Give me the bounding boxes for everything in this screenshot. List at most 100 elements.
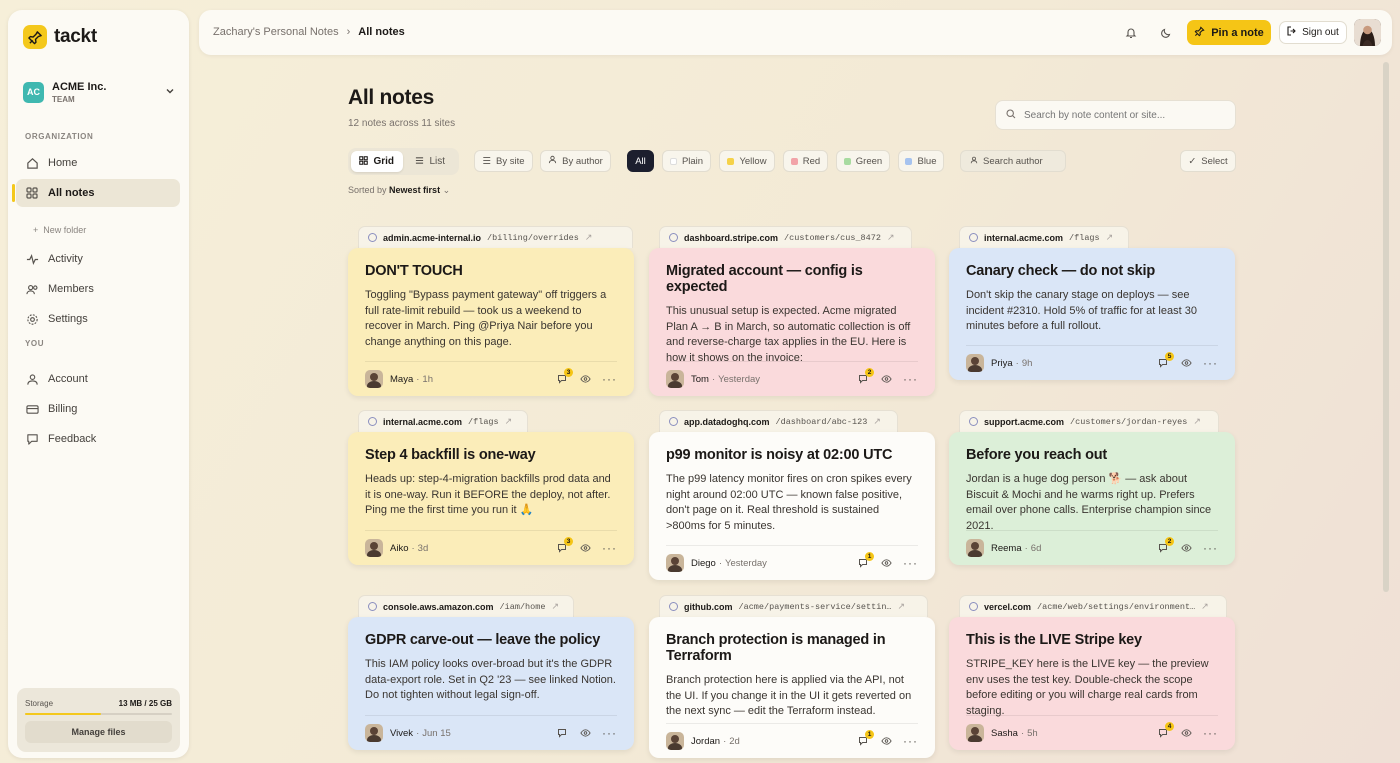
note-time-separator: · [416,373,420,385]
org-switcher[interactable]: AC ACME Inc. TEAM [23,78,175,106]
note-card[interactable]: DON'T TOUCH Toggling "Bypass payment gate… [348,248,634,396]
site-tab[interactable]: github.com/acme/payments-service/settin…… [659,595,928,617]
eye-icon[interactable] [880,557,892,569]
note-card[interactable]: This is the LIVE Stripe key STRIPE_KEY he… [949,617,1235,750]
open-external-icon[interactable]: ↗ [1193,416,1201,427]
sidebar-item-billing[interactable]: Billing [16,395,180,423]
filter-blue[interactable]: Blue [898,150,944,172]
more-icon[interactable]: ··· [1203,357,1218,369]
site-tab[interactable]: admin.acme-internal.io/billing/overrides… [358,226,633,248]
site-tab[interactable]: internal.acme.com/flags ↗ [959,226,1129,248]
user-avatar[interactable] [1354,19,1381,46]
more-icon[interactable]: ··· [903,373,918,385]
comment-icon[interactable]: 1 [857,552,874,569]
org-name: ACME Inc. [52,80,107,93]
open-external-icon[interactable]: ↗ [1106,232,1114,243]
list-view-button[interactable]: List [405,151,457,172]
select-button[interactable]: ✓ Select [1180,150,1236,172]
eye-icon[interactable] [1180,727,1192,739]
open-external-icon[interactable]: ↗ [873,416,881,427]
sign-out-button[interactable]: Sign out [1279,21,1347,44]
manage-files-button[interactable]: Manage files [25,721,172,743]
sidebar-item-members[interactable]: Members [16,275,180,303]
eye-icon[interactable] [579,727,591,739]
site-tab[interactable]: console.aws.amazon.com/iam/home ↗ [358,595,574,617]
eye-icon[interactable] [579,373,591,385]
moon-icon[interactable] [1157,24,1175,42]
notes-search[interactable] [995,100,1236,130]
note-card[interactable]: Step 4 backfill is one-way Heads up: step… [348,432,634,565]
site-tab[interactable]: dashboard.stripe.com/customers/cus_8472 ↗ [659,226,912,248]
comment-icon[interactable]: 2 [1157,537,1174,554]
eye-icon[interactable] [1180,357,1192,369]
sidebar-item-account[interactable]: Account [16,365,180,393]
filter-green[interactable]: Green [836,150,890,172]
open-external-icon[interactable]: ↗ [551,601,559,612]
pin-note-label: Pin a note [1211,26,1264,39]
more-icon[interactable]: ··· [903,735,918,747]
sort-control[interactable]: Sorted by Newest first ⌄ [348,185,450,196]
note-card[interactable]: Canary check — do not skip Don't skip the… [949,248,1235,380]
open-external-icon[interactable]: ↗ [1201,601,1209,612]
note-footer: Aiko · 3d 3 ··· [365,530,617,565]
comment-icon[interactable]: 4 [1157,722,1174,739]
sidebar-item-all-notes[interactable]: All notes [12,179,180,207]
more-icon[interactable]: ··· [602,727,617,739]
note-time-separator: · [1015,357,1019,369]
note-card[interactable]: Before you reach out Jordan is a huge dog… [949,432,1235,565]
site-tab[interactable]: internal.acme.com/flags ↗ [358,410,528,432]
eye-icon[interactable] [880,735,892,747]
open-external-icon[interactable]: ↗ [898,601,906,612]
more-icon[interactable]: ··· [602,542,617,554]
note-card[interactable]: Branch protection is managed in Terrafor… [649,617,935,758]
eye-icon[interactable] [579,542,591,554]
group-by-site-button[interactable]: ☰ By site [474,150,533,172]
card-icon [25,402,39,416]
site-tab[interactable]: app.datadoghq.com/dashboard/abc-123 ↗ [659,410,898,432]
eye-icon[interactable] [1180,542,1192,554]
more-icon[interactable]: ··· [903,557,918,569]
org-avatar: AC [23,81,44,103]
filter-all[interactable]: All [627,150,654,172]
scrollbar[interactable] [1383,62,1389,592]
open-external-icon[interactable]: ↗ [505,416,513,427]
note-time: Jun 15 [422,727,451,739]
comment-icon[interactable]: 1 [857,730,874,747]
eye-icon[interactable] [880,373,892,385]
new-folder-button[interactable]: + New folder [33,225,86,235]
sidebar-item-activity[interactable]: Activity [16,245,180,273]
comment-icon[interactable]: 5 [1157,352,1174,369]
comment-icon[interactable]: 3 [556,537,573,554]
note-card[interactable]: GDPR carve-out — leave the policy This IA… [348,617,634,750]
search-author-input[interactable]: Search author [960,150,1066,172]
filter-yellow[interactable]: Yellow [719,150,775,172]
more-icon[interactable]: ··· [1203,727,1218,739]
group-by-author-button[interactable]: By author [540,150,611,172]
comment-icon[interactable]: 3 [556,368,573,385]
grid-view-button[interactable]: Grid [351,151,403,172]
comment-icon[interactable] [556,727,568,739]
comment-icon[interactable]: 2 [857,368,874,385]
more-icon[interactable]: ··· [1203,542,1218,554]
open-external-icon[interactable]: ↗ [887,232,895,243]
sidebar-item-settings[interactable]: Settings [16,305,180,333]
breadcrumb-root[interactable]: Zachary's Personal Notes [213,26,339,38]
pin-note-button[interactable]: Pin a note [1187,20,1271,45]
more-icon[interactable]: ··· [602,373,617,385]
site-tab[interactable]: support.acme.com/customers/jordan-reyes ↗ [959,410,1219,432]
note-footer: Sasha · 5h 4 ··· [966,715,1218,750]
filter-red[interactable]: Red [783,150,828,172]
sidebar-item-home[interactable]: Home [16,149,180,177]
sort-prefix: Sorted by [348,185,387,195]
filter-plain[interactable]: Plain [662,150,711,172]
note-card[interactable]: Migrated account — config is expected Thi… [649,248,935,396]
logo[interactable]: tackt [23,25,97,49]
site-domain: internal.acme.com [984,232,1064,243]
open-external-icon[interactable]: ↗ [585,232,593,243]
bell-icon[interactable] [1122,24,1140,42]
site-tab[interactable]: vercel.com/acme/web/settings/environment… [959,595,1227,617]
sidebar-item-feedback[interactable]: Feedback [16,425,180,453]
list-icon [415,156,424,168]
search-input[interactable] [1024,109,1224,121]
note-card[interactable]: p99 monitor is noisy at 02:00 UTC The p99… [649,432,935,580]
